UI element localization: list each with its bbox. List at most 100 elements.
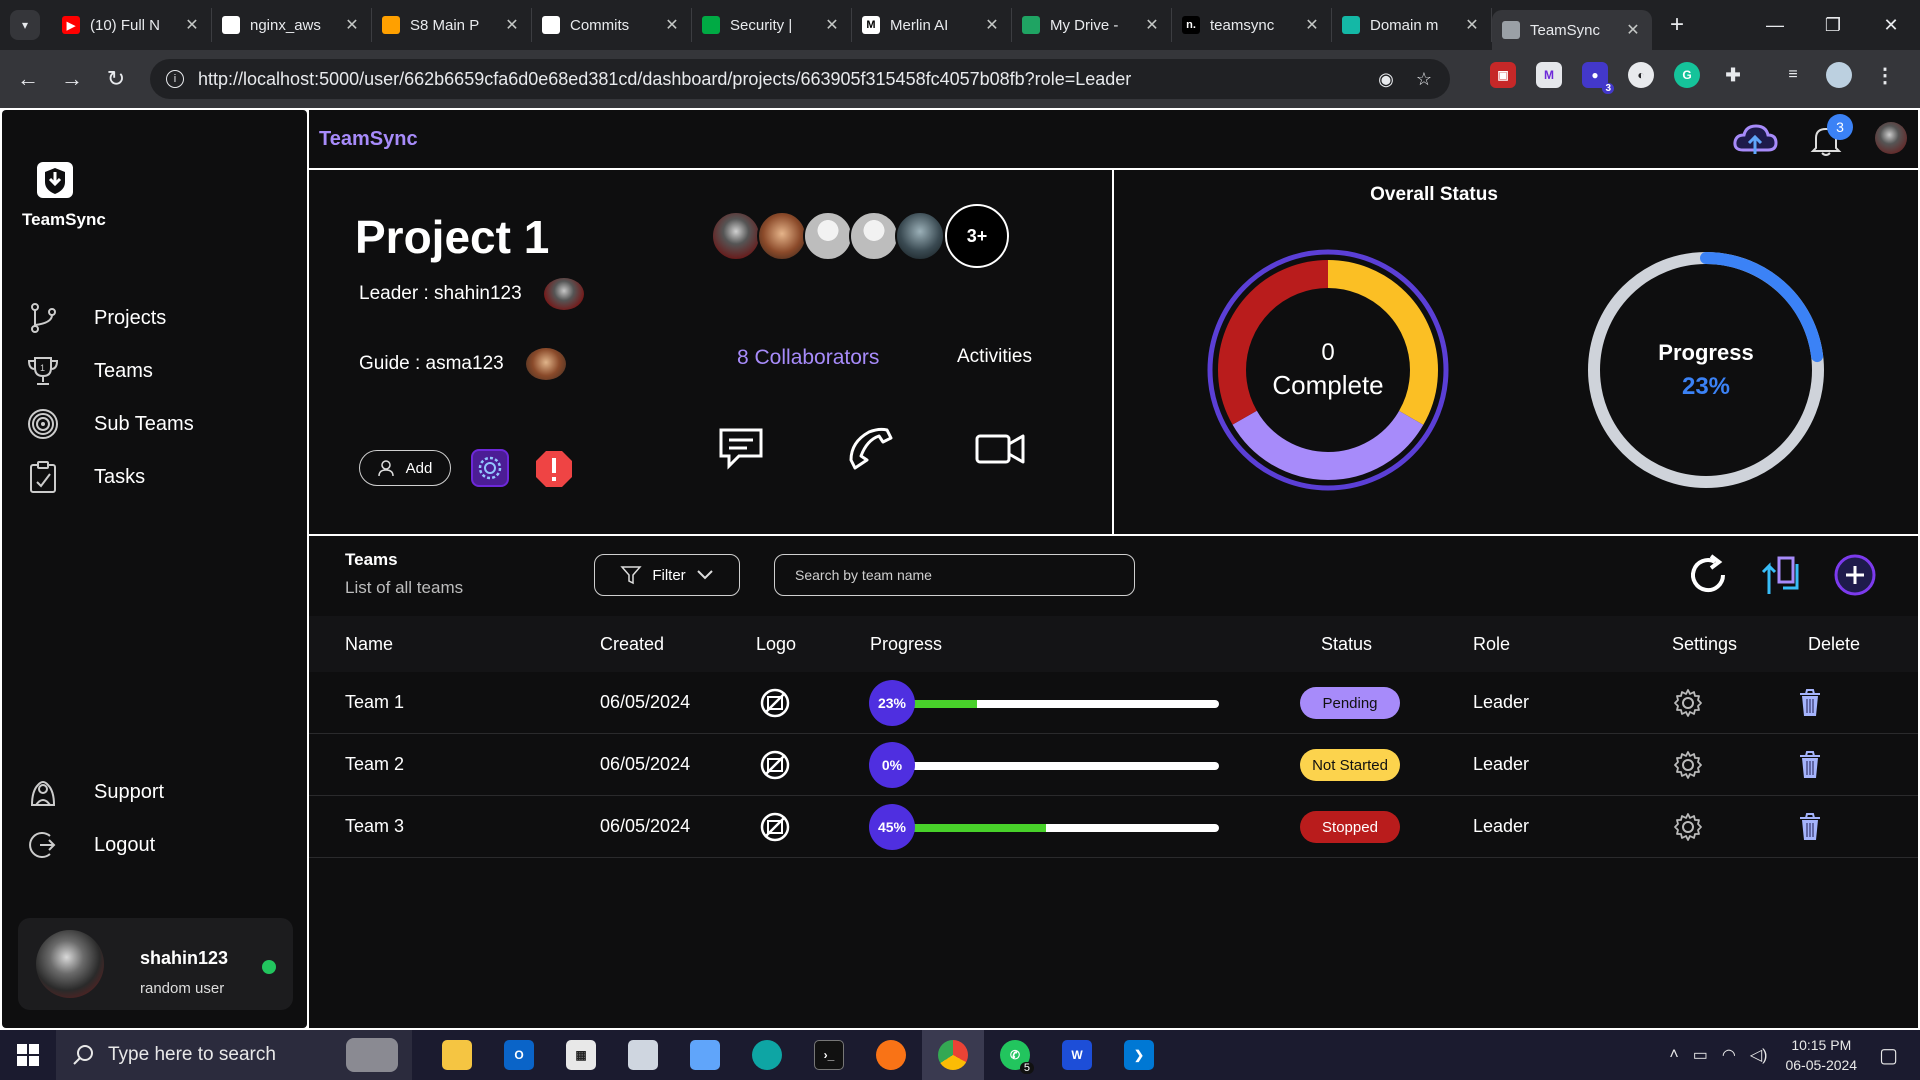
column-header[interactable]: Name xyxy=(345,634,393,655)
menu-icon[interactable]: ⋮ xyxy=(1872,62,1898,88)
collaborator-avatars[interactable]: 3+ xyxy=(711,204,1009,268)
table-row[interactable]: Team 2 06/05/2024 0% Not Started Leader xyxy=(309,734,1918,796)
tab-close-icon[interactable]: ✕ xyxy=(1624,20,1642,40)
trash-icon[interactable] xyxy=(1794,811,1826,843)
media-control-icon[interactable]: ≡ xyxy=(1780,62,1806,88)
word-icon[interactable]: W xyxy=(1046,1030,1108,1080)
tab-close-icon[interactable]: ✕ xyxy=(1143,15,1161,35)
taskbar-search[interactable]: Type here to search xyxy=(56,1030,412,1080)
tab-close-icon[interactable]: ✕ xyxy=(823,15,841,35)
volume-icon[interactable]: ◁) xyxy=(1750,1045,1768,1065)
extensions-puzzle-icon[interactable]: ✚ xyxy=(1720,62,1746,88)
gear-icon[interactable] xyxy=(1672,749,1704,781)
sort-icon[interactable] xyxy=(1757,552,1803,598)
battery-icon[interactable]: ▭ xyxy=(1693,1045,1708,1065)
browser-tab[interactable]: nginx_aws ✕ xyxy=(212,8,372,42)
alert-icon[interactable] xyxy=(534,449,574,489)
browser-tab[interactable]: S8 Main P ✕ xyxy=(372,8,532,42)
bookmark-star-icon[interactable]: ☆ xyxy=(1416,69,1432,90)
notepad-icon[interactable] xyxy=(612,1030,674,1080)
team-name-cell[interactable]: Team 2 xyxy=(345,754,404,775)
phone-icon[interactable] xyxy=(845,422,899,476)
tab-close-icon[interactable]: ✕ xyxy=(1303,15,1321,35)
table-row[interactable]: Team 1 06/05/2024 23% Pending Leader xyxy=(309,672,1918,734)
wifi-icon[interactable]: ◠ xyxy=(1722,1045,1736,1065)
control-panel-icon[interactable] xyxy=(674,1030,736,1080)
reload-button[interactable]: ↻ xyxy=(94,57,138,101)
chrome-icon[interactable] xyxy=(922,1030,984,1080)
filter-button[interactable]: Filter xyxy=(594,554,740,596)
site-info-icon[interactable]: i xyxy=(166,70,184,88)
user-profile-card[interactable]: shahin123 random user xyxy=(18,918,293,1010)
sidebar-item-teams[interactable]: 1 Teams xyxy=(26,349,153,393)
merlin-extension-icon[interactable]: M xyxy=(1536,62,1562,88)
browser-tab[interactable]: My Drive - ✕ xyxy=(1012,8,1172,42)
tab-close-icon[interactable]: ✕ xyxy=(183,15,201,35)
collaborators-link[interactable]: 8 Collaborators xyxy=(737,346,879,370)
terminal-icon[interactable]: ›_ xyxy=(798,1030,860,1080)
close-window-button[interactable]: ✕ xyxy=(1862,0,1920,50)
extension-compass-icon[interactable]: ◐ xyxy=(1628,62,1654,88)
forward-button[interactable]: → xyxy=(50,57,94,101)
trash-icon[interactable] xyxy=(1794,687,1826,719)
store-icon[interactable]: ▦ xyxy=(550,1030,612,1080)
whatsapp-icon[interactable]: ✆ 5 xyxy=(984,1030,1046,1080)
tab-close-icon[interactable]: ✕ xyxy=(1463,15,1481,35)
start-button[interactable] xyxy=(0,1030,56,1080)
cloud-upload-icon[interactable] xyxy=(1731,120,1779,160)
new-tab-button[interactable]: + xyxy=(1660,8,1694,42)
sidebar-item-tasks[interactable]: Tasks xyxy=(26,455,145,499)
activities-label[interactable]: Activities xyxy=(957,346,1032,368)
restore-button[interactable]: ❐ xyxy=(1804,0,1862,50)
header-avatar[interactable] xyxy=(1875,122,1907,154)
extension-icon[interactable]: ▣ xyxy=(1490,62,1516,88)
trash-icon[interactable] xyxy=(1794,749,1826,781)
browser-tab[interactable]: TeamSync ✕ xyxy=(1492,10,1652,50)
project-settings-button[interactable] xyxy=(471,449,509,487)
column-header[interactable]: Created xyxy=(600,634,664,655)
sidebar-item-projects[interactable]: Projects xyxy=(26,296,166,340)
chevron-up-icon[interactable]: ˄ xyxy=(1669,1046,1678,1064)
notification-center-icon[interactable]: ▢ xyxy=(1879,1043,1898,1068)
add-member-button[interactable]: Add xyxy=(359,450,451,486)
table-row[interactable]: Team 3 06/05/2024 45% Stopped Leader xyxy=(309,796,1918,858)
video-call-icon[interactable] xyxy=(973,422,1027,476)
sidebar-item-sub-teams[interactable]: Sub Teams xyxy=(26,402,194,446)
grammarly-icon[interactable]: G xyxy=(1674,62,1700,88)
vscode-icon[interactable]: ❯ xyxy=(1108,1030,1170,1080)
tab-close-icon[interactable]: ✕ xyxy=(343,15,361,35)
tab-close-icon[interactable]: ✕ xyxy=(983,15,1001,35)
system-clock[interactable]: 10:15 PM 06-05-2024 xyxy=(1785,1035,1857,1075)
minimize-button[interactable]: — xyxy=(1746,0,1804,50)
more-collaborators-badge[interactable]: 3+ xyxy=(945,204,1009,268)
team-name-cell[interactable]: Team 3 xyxy=(345,816,404,837)
browser-tab[interactable]: Commits ✕ xyxy=(532,8,692,42)
sidebar-item-support[interactable]: Support xyxy=(26,770,164,814)
column-header[interactable]: Role xyxy=(1473,634,1510,655)
outlook-icon[interactable]: O xyxy=(488,1030,550,1080)
address-bar[interactable]: i http://localhost:5000/user/662b6659cfa… xyxy=(150,59,1450,99)
browser-tab[interactable]: M Merlin AI ✕ xyxy=(852,8,1012,42)
team-search-input[interactable] xyxy=(774,554,1135,596)
refresh-icon[interactable] xyxy=(1685,552,1731,598)
column-header[interactable]: Progress xyxy=(870,634,942,655)
gear-icon[interactable] xyxy=(1672,687,1704,719)
url-text[interactable]: http://localhost:5000/user/662b6659cfa6d… xyxy=(198,69,1131,90)
eye-icon[interactable]: ◉ xyxy=(1378,69,1394,90)
team-name-cell[interactable]: Team 1 xyxy=(345,692,404,713)
column-header[interactable]: Status xyxy=(1321,634,1372,655)
profile-icon[interactable] xyxy=(1826,62,1852,88)
extension-badge-icon[interactable]: ● 3 xyxy=(1582,62,1614,94)
tab-search-button[interactable]: ▾ xyxy=(10,10,40,40)
firefox-icon[interactable] xyxy=(860,1030,922,1080)
browser-tab[interactable]: n. teamsync ✕ xyxy=(1172,8,1332,42)
back-button[interactable]: ← xyxy=(6,57,50,101)
add-team-icon[interactable] xyxy=(1832,552,1878,598)
chat-icon[interactable] xyxy=(715,422,769,476)
tab-close-icon[interactable]: ✕ xyxy=(663,15,681,35)
browser-tab[interactable]: Security | ✕ xyxy=(692,8,852,42)
edge-icon[interactable] xyxy=(736,1030,798,1080)
tab-close-icon[interactable]: ✕ xyxy=(503,15,521,35)
browser-tab[interactable]: ▶ (10) Full N ✕ xyxy=(52,8,212,42)
file-explorer-icon[interactable] xyxy=(426,1030,488,1080)
